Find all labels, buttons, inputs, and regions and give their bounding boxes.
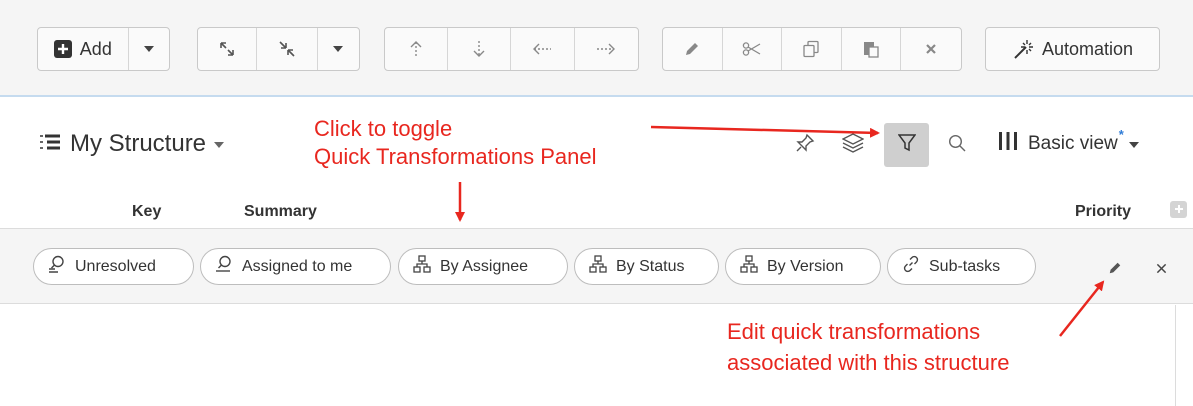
chip-label: By Assignee (440, 257, 529, 275)
collapse-icon (278, 40, 296, 58)
edit-button[interactable] (663, 28, 723, 70)
move-left-button[interactable] (511, 28, 575, 70)
quick-transformation-by-status[interactable]: By Status (574, 248, 719, 285)
expand-collapse-group (197, 27, 360, 71)
pin-button[interactable] (794, 133, 816, 158)
arrow-left-icon (532, 42, 552, 56)
layers-icon (841, 132, 865, 158)
paste-icon (862, 40, 880, 58)
close-icon (1156, 261, 1167, 279)
edit-button-group (662, 27, 962, 71)
group-icon (740, 255, 758, 278)
main-toolbar: Add Automation (0, 0, 1193, 97)
scissors-icon (742, 42, 762, 56)
quick-transformations-panel: Unresolved Assigned to me By Assignee By… (0, 228, 1193, 304)
copy-button[interactable] (782, 28, 842, 70)
layers-button[interactable] (841, 132, 865, 158)
add-dropdown-button[interactable] (129, 28, 169, 70)
move-down-button[interactable] (448, 28, 512, 70)
close-icon (925, 43, 937, 55)
chip-label: Sub-tasks (929, 257, 1001, 275)
close-quick-transformations-button[interactable] (1152, 261, 1170, 279)
view-selector[interactable]: Basic view * (998, 127, 1139, 156)
toggle-quick-transformations-button[interactable] (884, 123, 929, 167)
structure-selector[interactable]: My Structure (40, 130, 225, 158)
plus-icon (1174, 201, 1184, 219)
add-button-group: Add (37, 27, 170, 71)
move-right-button[interactable] (575, 28, 638, 70)
edit-quick-transformations-button[interactable] (1106, 261, 1124, 279)
search-icon (948, 134, 966, 157)
add-column-button[interactable] (1170, 201, 1187, 218)
quick-transformation-unresolved[interactable]: Unresolved (33, 248, 194, 285)
column-header-summary[interactable]: Summary (244, 203, 317, 221)
add-button-label: Add (79, 38, 112, 59)
column-header-priority[interactable]: Priority (1075, 203, 1131, 221)
search-button[interactable] (946, 134, 968, 156)
chevron-down-icon (214, 135, 225, 153)
annotation-toggle-line2: Quick Transformations Panel (314, 144, 597, 169)
chip-label: Assigned to me (242, 257, 353, 275)
structure-icon (40, 134, 60, 155)
filter-icon (897, 133, 916, 157)
expand-button[interactable] (198, 28, 258, 70)
expand-dropdown-button[interactable] (318, 28, 359, 70)
annotation-toggle-line1: Click to toggle (314, 116, 453, 141)
move-button-group (384, 27, 639, 71)
column-header-key[interactable]: Key (132, 203, 161, 221)
plus-square-icon (53, 40, 72, 58)
magic-wand-icon (1012, 39, 1034, 59)
pencil-icon (1108, 261, 1122, 280)
search-icon (215, 255, 233, 278)
link-icon (902, 255, 920, 278)
group-icon (589, 255, 607, 278)
view-name: Basic view (1028, 132, 1118, 154)
chevron-down-icon (143, 46, 154, 52)
arrow-right-icon (596, 42, 616, 56)
chevron-down-icon (333, 46, 344, 52)
cut-button[interactable] (723, 28, 783, 70)
quick-transformation-sub-tasks[interactable]: Sub-tasks (887, 248, 1036, 285)
move-up-button[interactable] (385, 28, 448, 70)
filter-search-icon (48, 255, 66, 278)
copy-icon (802, 40, 820, 58)
delete-button[interactable] (901, 28, 961, 70)
pencil-icon (684, 41, 700, 57)
pin-icon (795, 133, 815, 158)
chip-label: Unresolved (75, 257, 156, 275)
arrow-up-icon (409, 40, 423, 58)
quick-transformation-by-version[interactable]: By Version (725, 248, 881, 285)
automation-button[interactable]: Automation (986, 28, 1159, 70)
expand-icon (218, 40, 236, 58)
add-button[interactable]: Add (38, 28, 129, 70)
structure-name: My Structure (70, 130, 207, 157)
chip-label: By Version (767, 257, 844, 275)
chevron-down-icon (1128, 135, 1139, 153)
arrow-down-icon (472, 40, 486, 58)
view-modified-marker: * (1118, 127, 1124, 142)
automation-button-group: Automation (985, 27, 1160, 71)
quick-transformation-assigned-to-me[interactable]: Assigned to me (200, 248, 391, 285)
collapse-button[interactable] (257, 28, 318, 70)
group-icon (413, 255, 431, 278)
paste-button[interactable] (842, 28, 902, 70)
chip-label: By Status (616, 257, 685, 275)
vertical-scrollbar[interactable] (1175, 305, 1176, 406)
annotation-edit-line2: associated with this structure (727, 350, 1010, 375)
annotation-edit-line1: Edit quick transformations (727, 319, 981, 344)
automation-button-label: Automation (1041, 38, 1134, 59)
columns-icon (998, 131, 1018, 156)
quick-transformation-by-assignee[interactable]: By Assignee (398, 248, 568, 285)
